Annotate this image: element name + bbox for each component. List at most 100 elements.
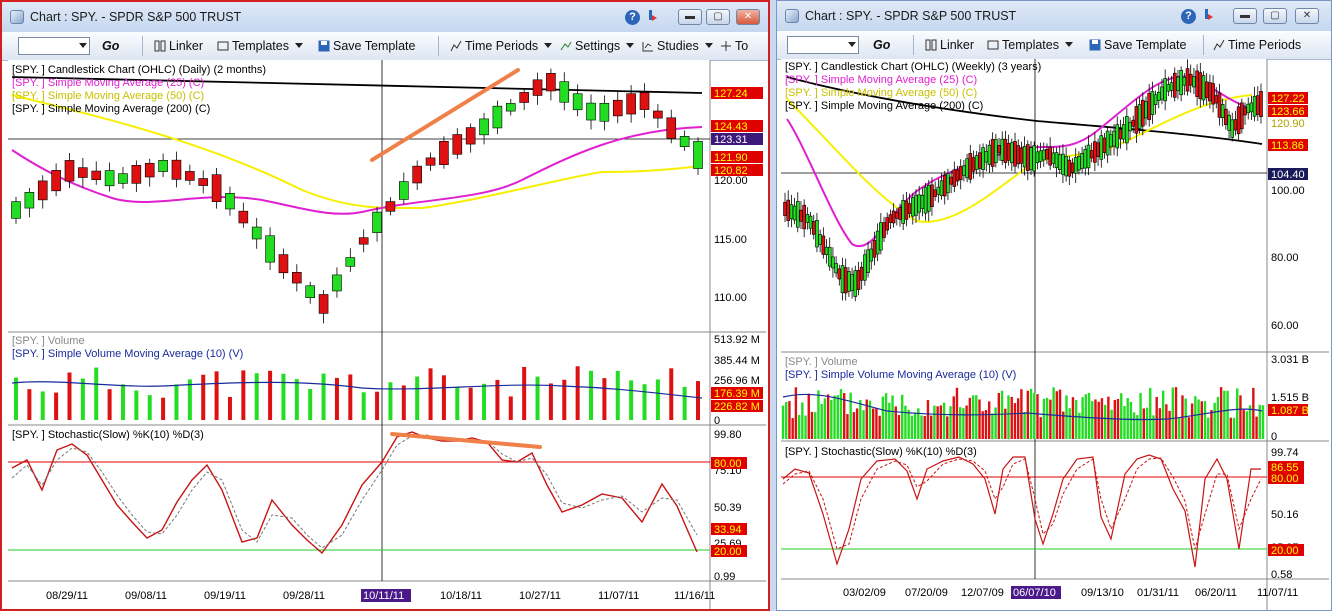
candle-body — [981, 147, 985, 171]
volume-average-label: [SPY. ] Simple Volume Moving Average (10… — [785, 369, 1016, 381]
candle-body — [923, 186, 928, 214]
volume-bar — [575, 366, 580, 420]
volume-bar — [897, 414, 901, 439]
studies-button[interactable]: Studies — [642, 38, 713, 54]
candle-body — [78, 167, 88, 178]
close-button[interactable]: ✕ — [736, 9, 760, 25]
candle-body — [1169, 82, 1174, 91]
volume-label: [SPY. ] Volume — [12, 335, 85, 347]
stoch-axis-tick: 0.58 — [1271, 569, 1292, 581]
price-tag-text: 104.40 — [1271, 169, 1305, 181]
maximize-button[interactable]: ▢ — [1263, 8, 1287, 24]
candle-body — [1070, 162, 1075, 173]
candle-body — [1217, 92, 1222, 118]
candle-body — [131, 165, 142, 184]
minimize-button[interactable]: ▬ — [678, 9, 702, 25]
candle-body — [211, 174, 222, 202]
chart-area[interactable]: [SPY. ] Candlestick Chart (OHLC) (Weekly… — [777, 59, 1331, 610]
candle-body — [305, 285, 315, 298]
go-button[interactable]: Go — [873, 37, 890, 53]
candle-body — [1147, 92, 1151, 120]
toolbar-separator — [142, 36, 143, 56]
symbol-combo[interactable] — [18, 37, 90, 55]
volume-bar — [655, 379, 660, 420]
candle-body — [1029, 147, 1033, 170]
chart-area[interactable]: [SPY. ] Candlestick Chart (OHLC) (Daily)… — [2, 60, 768, 609]
volume-bar — [1171, 387, 1174, 439]
volume-bar — [1103, 404, 1107, 439]
settings-button[interactable]: Settings — [560, 38, 635, 54]
volume-bar — [401, 385, 406, 420]
volume-bar — [80, 378, 85, 420]
volume-bar — [1042, 398, 1046, 439]
go-button[interactable]: Go — [102, 38, 119, 54]
volume-bar — [1145, 407, 1149, 439]
help-icon[interactable]: ? — [625, 10, 640, 25]
volume-bar — [1236, 388, 1239, 439]
candle-body — [1013, 141, 1017, 167]
candle-body — [840, 265, 845, 294]
linker-icon — [154, 40, 166, 52]
volume-bar — [468, 387, 473, 420]
volume-bar — [334, 377, 339, 420]
close-button[interactable]: ✕ — [1295, 8, 1319, 24]
stoch-tag-text: 20.00 — [1271, 545, 1299, 557]
volume-bar — [952, 396, 955, 439]
volume-bar — [936, 406, 939, 439]
candle-body — [1089, 150, 1094, 159]
candle-body — [104, 170, 115, 187]
templates-button[interactable]: Templates — [217, 38, 303, 54]
candle-body — [1131, 119, 1136, 127]
volume-bar — [1120, 393, 1123, 439]
time-periods-button[interactable]: Time Periods — [1213, 37, 1327, 53]
date-axis-tick: 10/11/11 — [363, 590, 404, 602]
volume-bar — [852, 412, 856, 439]
candle-body — [1204, 81, 1209, 98]
date-axis-tick: 10/27/11 — [519, 590, 561, 602]
templates-button[interactable]: Templates — [987, 37, 1073, 53]
time-periods-label: Time Periods — [465, 39, 539, 53]
price-label-candles: [SPY. ] Candlestick Chart (OHLC) (Weekly… — [785, 61, 1041, 73]
linker-button[interactable]: Linker — [925, 37, 974, 53]
volume-bar — [785, 401, 788, 439]
time-periods-button[interactable]: Time Periods — [450, 38, 553, 54]
chevron-down-icon — [294, 43, 303, 48]
volume-bar — [920, 415, 923, 439]
candle-body — [824, 246, 829, 255]
window-title: Chart : SPY. - SPDR S&P 500 TRUST — [30, 10, 242, 24]
linker-button[interactable]: Linker — [154, 38, 203, 54]
volume-bar — [839, 389, 843, 439]
candle-body — [505, 103, 516, 112]
time-periods-icon — [450, 40, 462, 52]
symbol-combo[interactable] — [787, 36, 859, 54]
candle-body — [789, 204, 794, 220]
volume-bar — [971, 395, 975, 439]
volume-bar — [134, 390, 139, 420]
candle-body — [1048, 146, 1052, 166]
volume-bar — [878, 415, 881, 439]
help-icon[interactable]: ? — [1181, 9, 1196, 24]
candle-body — [1099, 135, 1104, 160]
volume-bar — [1091, 401, 1094, 439]
minimize-button[interactable]: ▬ — [1233, 8, 1257, 24]
volume-bar — [1210, 409, 1213, 439]
save-template-button[interactable]: Save Template — [1089, 37, 1186, 53]
volume-bar — [862, 410, 865, 439]
candle-body — [278, 254, 289, 274]
candle-body — [1003, 138, 1008, 163]
pin-icon[interactable] — [647, 9, 657, 25]
chevron-down-icon — [704, 43, 713, 48]
volume-bar — [1084, 394, 1088, 439]
volume-bar — [1184, 398, 1187, 439]
volume-bar — [1045, 397, 1049, 439]
candle-body — [926, 184, 931, 212]
volume-bar — [888, 402, 891, 439]
volume-bar — [348, 374, 353, 420]
pin-icon[interactable] — [1203, 8, 1213, 24]
candle-body — [837, 268, 842, 280]
save-template-button[interactable]: Save Template — [318, 38, 415, 54]
volume-bar — [884, 393, 888, 439]
candle-body — [1230, 119, 1235, 138]
maximize-button[interactable]: ▢ — [706, 9, 730, 25]
to-button[interactable]: To — [720, 38, 748, 54]
